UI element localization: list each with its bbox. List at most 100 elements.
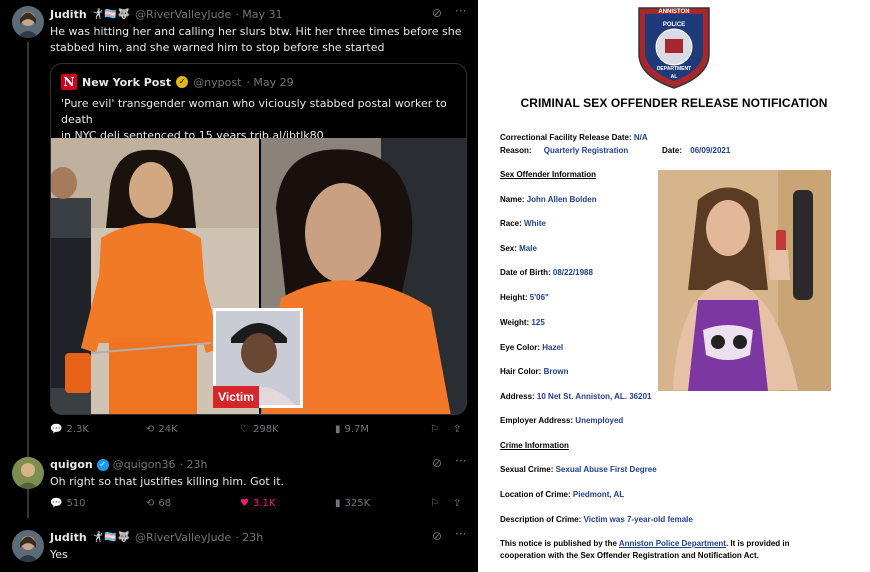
tweet-date[interactable]: · May 31 (235, 8, 282, 21)
user-handle[interactable]: @RiverValleyJude (135, 8, 231, 21)
field-label: Correctional Facility Release Date: (500, 133, 632, 142)
quoted-tweet[interactable]: N New York Post ✓ @nypost · May 29 'Pure… (50, 63, 467, 415)
eye-color-field: Eye Color: Hazel (500, 343, 563, 352)
field-label: Address: (500, 392, 535, 401)
repost-icon: ⟲ (146, 498, 155, 509)
tweet-date[interactable]: · 23h (179, 458, 207, 471)
views-icon: ▮ (335, 424, 341, 435)
section-heading: Sex Offender Information (500, 170, 597, 179)
release-date-field: Correctional Facility Release Date: N/A (500, 133, 648, 142)
badge-text: POLICE (663, 22, 685, 28)
views-button[interactable]: ▮ 9.7M (335, 424, 369, 435)
field-label: Height: (500, 293, 528, 302)
tweet-text: Yes (50, 548, 68, 561)
more-options-icon[interactable]: ··· (455, 4, 466, 18)
reply-button[interactable]: 💬 2.3K (50, 424, 89, 435)
section-heading: Crime Information (500, 441, 569, 450)
tweet-action-bar: 💬 510 ⟲ 68 ♥ 3.1K ▮ 325K ⚐ ⇪ (50, 498, 470, 512)
crime-field: Sexual Crime: Sexual Abuse First Degree (500, 465, 657, 474)
repost-button[interactable]: ⟲ 24K (146, 424, 178, 435)
quoted-date: · May 29 (246, 75, 294, 89)
reply-count: 510 (66, 498, 86, 509)
reply-icon: 💬 (50, 424, 63, 435)
like-button[interactable]: ♡ 298K (240, 424, 279, 435)
field-label: Hair Color: (500, 367, 542, 376)
nypost-logo-icon: N (61, 74, 77, 90)
user-avatar[interactable] (12, 6, 44, 38)
field-value: John Allen Bolden (526, 195, 597, 204)
grok-icon[interactable]: ⊘ (432, 6, 442, 20)
share-button[interactable]: ⇪ (453, 498, 461, 509)
field-label: Location of Crime: (500, 490, 571, 499)
field-label: Sex: (500, 244, 517, 253)
field-value: Hazel (542, 343, 564, 352)
display-name[interactable]: Judith (50, 531, 87, 544)
user-handle[interactable]: @RiverValleyJude (135, 531, 231, 544)
user-avatar[interactable] (12, 530, 44, 562)
offender-photo-image (658, 170, 831, 391)
field-value: Brown (543, 367, 569, 376)
quoted-display-name: New York Post (82, 75, 172, 89)
user-handle[interactable]: @quigon36 (113, 458, 176, 471)
repost-button[interactable]: ⟲ 68 (146, 498, 171, 509)
verified-badge-icon: ✓ (176, 76, 189, 88)
verified-badge-icon: ✓ (96, 458, 109, 471)
name-emojis: 🤺🏳️‍⚧️🐺 (90, 532, 132, 543)
location-field: Location of Crime: Piedmont, AL (500, 490, 624, 499)
field-value: N/A (633, 133, 648, 142)
field-value: 06/09/2021 (690, 146, 731, 155)
like-button[interactable]: ♥ 3.1K (240, 498, 275, 509)
share-icon: ⇪ (453, 498, 462, 509)
more-options-icon[interactable]: ··· (455, 454, 466, 468)
offender-notification-document: ANNISTON POLICE DEPARTMENT AL CRIMINAL S… (478, 0, 870, 572)
employer-field: Employer Address: Unemployed (500, 416, 623, 425)
field-label: Date: (662, 146, 683, 155)
victim-label: Victim (218, 390, 254, 404)
tweet-text-line: stabbed him, and she warned him to stop … (50, 41, 385, 54)
notice-text-part: Anniston Police Department (618, 539, 726, 548)
view-count: 9.7M (344, 424, 370, 435)
field-label: Employer Address: (500, 416, 574, 425)
notice-text: cooperation with the Sex Offender Regist… (500, 551, 759, 560)
tweet-header: Judith 🤺🏳️‍⚧️🐺 @RiverValleyJude · 23h (50, 531, 263, 544)
reply-icon: 💬 (50, 498, 63, 509)
display-name[interactable]: Judith (50, 8, 87, 21)
badge-text: AL (671, 74, 678, 80)
tweet-date[interactable]: · 23h (235, 531, 263, 544)
tweet-action-bar: 💬 2.3K ⟲ 24K ♡ 298K ▮ 9.7M ⚐ ⇪ (50, 424, 470, 438)
field-value: 10 Net St. Anniston, AL. 36201 (536, 392, 652, 401)
grok-icon[interactable]: ⊘ (432, 456, 442, 470)
race-field: Race: White (500, 219, 546, 228)
reason-field: Reason: Quarterly Registration (500, 146, 628, 155)
share-icon: ⇪ (453, 424, 462, 435)
field-label: Date of Birth: (500, 268, 551, 277)
dob-field: Date of Birth: 08/22/1988 (500, 268, 593, 277)
bookmark-button[interactable]: ⚐ (430, 498, 439, 509)
reply-button[interactable]: 💬 510 (50, 498, 86, 509)
courtroom-photos: Victim (51, 138, 466, 414)
bookmark-icon: ⚐ (430, 498, 439, 509)
field-value: White (524, 219, 546, 228)
user-avatar[interactable] (12, 457, 44, 489)
hair-color-field: Hair Color: Brown (500, 367, 568, 376)
share-button[interactable]: ⇪ (453, 424, 461, 435)
bookmark-button[interactable]: ⚐ (430, 424, 439, 435)
field-label: Race: (500, 219, 522, 228)
views-button[interactable]: ▮ 325K (335, 498, 370, 509)
display-name[interactable]: quigon (50, 458, 93, 471)
field-label: Description of Crime: (500, 515, 582, 524)
field-label: Eye Color: (500, 343, 541, 352)
tweet-header: Judith 🤺🏳️‍⚧️🐺 @RiverValleyJude · May 31 (50, 8, 283, 21)
like-count: 298K (252, 424, 279, 435)
quoted-tweet-text: 'Pure evil' transgender woman who viciou… (61, 96, 461, 144)
quoted-tweet-media[interactable]: Victim (51, 138, 466, 414)
quoted-tweet-header: N New York Post ✓ @nypost · May 29 (61, 74, 294, 90)
heart-filled-icon: ♥ (240, 498, 249, 509)
more-options-icon[interactable]: ··· (455, 527, 466, 541)
field-value: Male (519, 244, 537, 253)
views-icon: ▮ (335, 498, 341, 509)
grok-icon[interactable]: ⊘ (432, 529, 442, 543)
field-label: Reason: (500, 146, 532, 155)
police-badge-logo: ANNISTON POLICE DEPARTMENT AL (638, 7, 710, 89)
document-title: CRIMINAL SEX OFFENDER RELEASE NOTIFICATI… (520, 96, 828, 110)
